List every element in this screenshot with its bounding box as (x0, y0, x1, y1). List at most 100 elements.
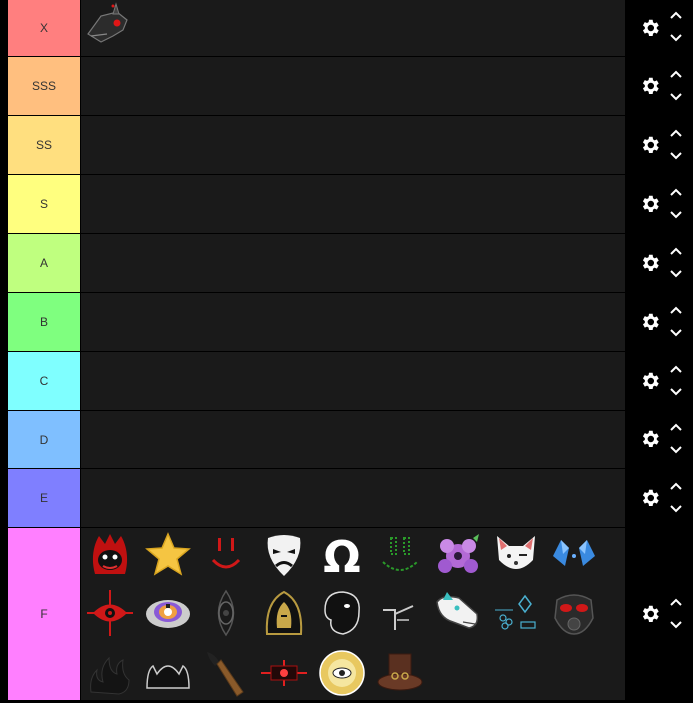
tier-label-s[interactable]: S (8, 175, 80, 233)
tier-label-text: F (40, 607, 48, 621)
tier-items-c[interactable] (81, 352, 625, 410)
tier-row-a: A (8, 234, 692, 292)
chevron-up-icon[interactable] (669, 305, 683, 315)
purple-bear-icon[interactable] (143, 588, 193, 638)
tier-items-e[interactable] (81, 469, 625, 527)
chevron-up-icon[interactable] (669, 128, 683, 138)
white-fox-icon[interactable] (491, 530, 541, 580)
tier-row-e: E (8, 469, 692, 527)
tier-items-a[interactable] (81, 234, 625, 292)
tier-row-x: X (8, 0, 692, 56)
tier-label-ss[interactable]: SS (8, 116, 80, 174)
tier-controls-a (627, 234, 692, 292)
gear-icon[interactable] (639, 370, 661, 392)
tier-items-d[interactable] (81, 411, 625, 468)
chevron-down-icon[interactable] (669, 210, 683, 220)
gear-icon[interactable] (639, 252, 661, 274)
tier-label-text: D (39, 432, 49, 447)
chevron-down-icon[interactable] (669, 387, 683, 397)
chevron-down-icon[interactable] (669, 445, 683, 455)
red-eye-sigil-icon[interactable] (85, 588, 135, 638)
dark-eye-icon[interactable] (201, 588, 251, 638)
blue-crystal-icon[interactable] (549, 530, 599, 580)
red-smile-icon[interactable] (201, 530, 251, 580)
gear-icon[interactable] (639, 603, 661, 625)
tier-label-f[interactable]: F (8, 528, 80, 700)
tier-items-sss[interactable] (81, 57, 625, 115)
tier-label-b[interactable]: B (8, 293, 80, 351)
gear-icon[interactable] (639, 75, 661, 97)
tier-items-b[interactable] (81, 293, 625, 351)
chevron-down-icon[interactable] (669, 620, 683, 630)
chevron-up-icon[interactable] (669, 597, 683, 607)
svg-text:Ω: Ω (323, 532, 360, 580)
chevron-down-icon[interactable] (669, 33, 683, 43)
tier-label-e[interactable]: E (8, 469, 80, 527)
tier-label-text: B (39, 315, 48, 329)
star-icon[interactable] (143, 530, 193, 580)
tier-row-b: B (8, 293, 692, 351)
tier-controls-d (627, 411, 692, 468)
gear-icon[interactable] (639, 134, 661, 156)
tier-label-text: E (39, 491, 48, 505)
tier-label-sss[interactable]: SSS (8, 57, 80, 115)
gear-icon[interactable] (639, 17, 661, 39)
top-hat-icon[interactable] (375, 648, 425, 698)
chevron-down-icon[interactable] (669, 151, 683, 161)
tier-label-text: X (39, 21, 48, 35)
tier-items-x[interactable] (81, 0, 625, 56)
tier-row-f: F Ω (8, 528, 692, 700)
black-crown-icon[interactable] (143, 648, 193, 698)
chevron-up-icon[interactable] (669, 481, 683, 491)
tier-label-text: SSS (31, 79, 56, 93)
chevron-up-icon[interactable] (669, 10, 683, 20)
tier-label-a[interactable]: A (8, 234, 80, 292)
tier-items-ss[interactable] (81, 116, 625, 174)
chevron-up-icon[interactable] (669, 187, 683, 197)
tier-row-c: C (8, 352, 692, 410)
white-mask-icon[interactable] (259, 530, 309, 580)
tier-label-text: C (39, 374, 49, 388)
tier-controls-f (627, 528, 692, 700)
chevron-down-icon[interactable] (669, 92, 683, 102)
tier-items-f[interactable]: Ω (81, 528, 625, 700)
chevron-up-icon[interactable] (669, 246, 683, 256)
tier-controls-e (627, 469, 692, 527)
paintbrush-icon[interactable] (201, 648, 251, 698)
tier-label-text: S (39, 197, 48, 211)
white-dragon-icon[interactable] (433, 588, 483, 638)
green-grin-icon[interactable] (375, 530, 425, 580)
gear-icon[interactable] (639, 487, 661, 509)
chevron-up-icon[interactable] (669, 69, 683, 79)
chevron-down-icon[interactable] (669, 269, 683, 279)
chevron-up-icon[interactable] (669, 422, 683, 432)
tier-label-text: SS (35, 138, 52, 152)
black-symbol-icon[interactable] (375, 588, 425, 638)
black-head-icon[interactable] (317, 588, 367, 638)
tier-label-text: A (39, 256, 48, 270)
red-burst-icon[interactable] (259, 648, 309, 698)
tier-items-s[interactable] (81, 175, 625, 233)
tier-controls-b (627, 293, 692, 351)
gold-hood-icon[interactable] (259, 588, 309, 638)
gear-icon[interactable] (639, 193, 661, 215)
tier-label-c[interactable]: C (8, 352, 80, 410)
tier-label-x[interactable]: X (8, 0, 80, 56)
gear-icon[interactable] (639, 311, 661, 333)
gas-mask-icon[interactable] (549, 588, 599, 638)
sun-eye-icon[interactable] (317, 648, 367, 698)
flower-creature-icon[interactable] (433, 530, 483, 580)
tier-controls-ss (627, 116, 692, 174)
blue-circuit-icon[interactable] (491, 588, 541, 638)
tier-label-d[interactable]: D (8, 411, 80, 468)
gear-icon[interactable] (639, 428, 661, 450)
black-flames-icon[interactable] (85, 648, 135, 698)
tier-row-ss: SS (8, 116, 692, 174)
omega-icon[interactable]: Ω (317, 530, 367, 583)
chevron-down-icon[interactable] (669, 504, 683, 514)
chevron-down-icon[interactable] (669, 328, 683, 338)
tier-row-sss: SSS (8, 57, 692, 115)
red-flame-mask-icon[interactable] (85, 530, 135, 580)
dragon-head-icon[interactable] (83, 2, 133, 52)
chevron-up-icon[interactable] (669, 364, 683, 374)
